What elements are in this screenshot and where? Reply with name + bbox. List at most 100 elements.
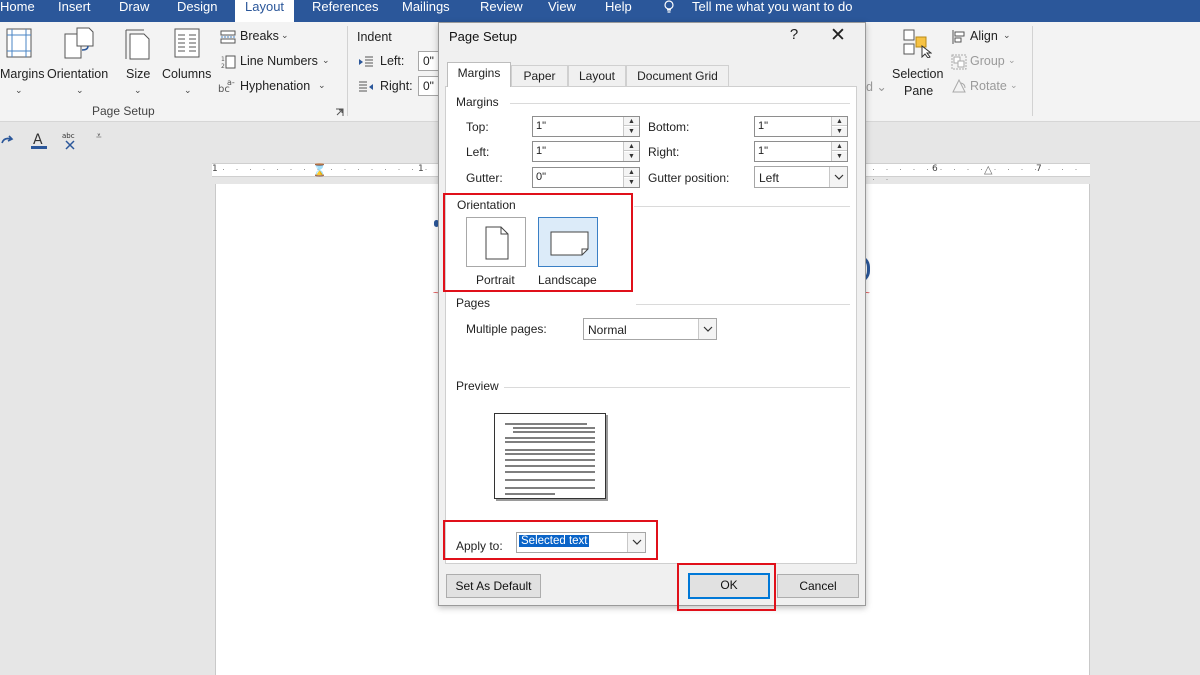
group-button[interactable]: Group — [970, 54, 1005, 68]
top-label: Top: — [466, 120, 489, 134]
spelling-icon[interactable]: abc — [62, 131, 80, 151]
tab-document-grid[interactable]: Document Grid — [626, 65, 729, 87]
gutter-label: Gutter: — [466, 171, 503, 185]
spin-down-icon[interactable]: ▼ — [832, 152, 847, 161]
spin-down-icon[interactable]: ▼ — [624, 152, 639, 161]
tab-view[interactable]: View — [548, 0, 576, 22]
dialog-launcher-icon[interactable] — [335, 108, 344, 117]
size-button[interactable]: Size — [126, 67, 150, 81]
line-numbers-button[interactable]: Line Numbers — [240, 54, 318, 68]
tab-margins[interactable]: Margins — [447, 62, 511, 87]
tab-help[interactable]: Help — [605, 0, 632, 22]
ruler-label: 1 — [212, 164, 218, 174]
tab-home[interactable]: Home — [0, 0, 35, 22]
chevron-down-icon: ⌄ — [184, 85, 192, 95]
customize-toolbar-icon[interactable]: ⩡ — [96, 131, 102, 142]
cancel-button[interactable]: Cancel — [777, 574, 859, 598]
chevron-down-icon: ⌄ — [322, 55, 330, 65]
gutter-position-label: Gutter position: — [648, 171, 730, 185]
margins-icon[interactable] — [6, 28, 32, 58]
page-size-icon[interactable] — [124, 28, 152, 60]
spin-up-icon[interactable]: ▲ — [624, 142, 639, 151]
indent-left-input[interactable]: 0" — [418, 51, 440, 71]
chevron-down-icon: ⌄ — [281, 30, 289, 40]
spin-up-icon[interactable]: ▲ — [624, 117, 639, 126]
align-icon — [952, 30, 965, 44]
margins-button[interactable]: Margins — [0, 67, 44, 81]
help-button[interactable]: ? — [787, 26, 801, 43]
columns-button[interactable]: Columns — [162, 67, 211, 81]
chevron-down-icon[interactable] — [829, 167, 847, 187]
svg-text:2: 2 — [221, 63, 225, 70]
tab-draw[interactable]: Draw — [119, 0, 149, 22]
group-icon — [951, 54, 967, 70]
tab-insert[interactable]: Insert — [58, 0, 91, 22]
redo-icon[interactable] — [0, 134, 14, 148]
tab-references[interactable]: References — [312, 0, 378, 22]
svg-text:A: A — [33, 132, 43, 148]
section-divider — [504, 387, 850, 388]
preview-lines-icon — [505, 423, 595, 495]
spin-up-icon[interactable]: ▲ — [624, 168, 639, 177]
tab-design[interactable]: Design — [177, 0, 217, 22]
indent-marker-icon[interactable]: ⌛ — [312, 163, 327, 177]
columns-icon[interactable] — [174, 28, 200, 58]
left-margin-spinner[interactable]: 1" ▲ ▼ — [532, 141, 640, 162]
chevron-down-icon: ⌄ — [1010, 80, 1018, 90]
margins-tab-panel: Margins Top: 1" ▲ ▼ Bottom: 1" ▲ ▼ Left: 1… — [445, 86, 857, 564]
spin-down-icon[interactable]: ▼ — [624, 127, 639, 136]
rotate-icon — [952, 78, 966, 93]
right-margin-spinner[interactable]: 1" ▲ ▼ — [754, 141, 848, 162]
orientation-highlight-box — [443, 193, 633, 292]
breaks-button[interactable]: Breaks — [240, 29, 279, 43]
chevron-down-icon: ⌄ — [318, 80, 326, 90]
tell-me-search[interactable]: Tell me what you want to do — [692, 0, 852, 22]
gutter-position-select[interactable]: Left — [754, 166, 848, 188]
selection-pane-button-line2[interactable]: Pane — [904, 84, 933, 98]
spin-down-icon[interactable]: ▼ — [624, 178, 639, 187]
spin-down-icon[interactable]: ▼ — [832, 127, 847, 136]
close-icon[interactable]: ✕ — [827, 24, 849, 47]
bottom-margin-value: 1" — [758, 120, 769, 132]
ribbon-tab-bar: Home Insert Draw Design Layout Reference… — [0, 0, 1200, 22]
spin-up-icon[interactable]: ▲ — [832, 117, 847, 126]
indent-right-label: Right: — [380, 79, 413, 93]
orientation-button[interactable]: Orientation — [47, 67, 108, 81]
preview-section-title: Preview — [456, 379, 499, 393]
spin-up-icon[interactable]: ▲ — [832, 142, 847, 151]
selection-pane-button[interactable]: Selection — [892, 67, 943, 81]
orientation-icon[interactable] — [62, 26, 96, 60]
bring-forward-remnant: d ⌄ — [866, 80, 887, 94]
page-preview — [494, 413, 606, 499]
font-color-icon[interactable]: A — [30, 131, 48, 151]
indent-right-input[interactable]: 0" — [418, 76, 440, 96]
chevron-down-icon[interactable] — [698, 319, 716, 339]
chevron-down-icon: ⌄ — [1008, 55, 1016, 65]
bottom-label: Bottom: — [648, 120, 690, 134]
top-margin-spinner[interactable]: 1" ▲ ▼ — [532, 116, 640, 137]
gutter-spinner[interactable]: 0" ▲ ▼ — [532, 167, 640, 188]
chevron-down-icon: ⌄ — [76, 85, 84, 95]
multiple-pages-select[interactable]: Normal — [583, 318, 717, 340]
right-indent-marker-icon[interactable]: △ — [984, 163, 992, 176]
bottom-margin-spinner[interactable]: 1" ▲ ▼ — [754, 116, 848, 137]
lightbulb-icon — [664, 0, 674, 13]
tab-layout[interactable]: Layout — [568, 65, 626, 87]
hyphenation-button[interactable]: Hyphenation — [240, 79, 310, 93]
ribbon-separator — [1032, 26, 1033, 116]
set-as-default-button[interactable]: Set As Default — [446, 574, 541, 598]
tab-paper[interactable]: Paper — [511, 65, 568, 87]
multiple-pages-label: Multiple pages: — [466, 322, 547, 336]
selection-pane-icon[interactable] — [902, 28, 932, 58]
dialog-title: Page Setup — [449, 29, 517, 44]
align-button[interactable]: Align — [970, 29, 998, 43]
tab-review[interactable]: Review — [480, 0, 523, 22]
section-divider — [634, 206, 850, 207]
hyphenation-icon: bc a- — [218, 78, 235, 94]
gutter-value: 0" — [536, 171, 547, 183]
tab-layout[interactable]: Layout — [235, 0, 295, 22]
tab-mailings[interactable]: Mailings — [402, 0, 450, 22]
ruler-ticks-right: · · · · · · · · · · · · · · · · · · — [872, 164, 1082, 184]
rotate-button[interactable]: Rotate — [970, 79, 1007, 93]
chevron-down-icon: ⌄ — [134, 85, 142, 95]
